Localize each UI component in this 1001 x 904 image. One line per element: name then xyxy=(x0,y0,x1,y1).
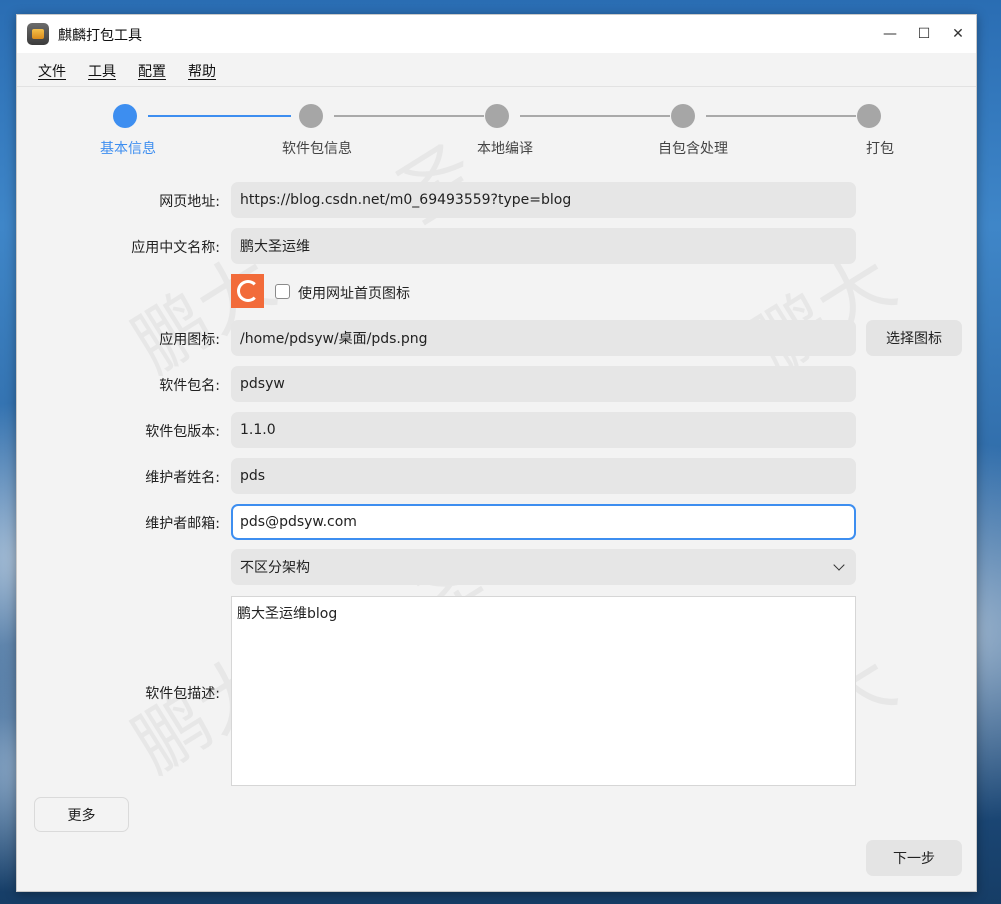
icon-path-input[interactable]: /home/pdsyw/桌面/pds.png xyxy=(231,320,856,356)
maintainer-name-label: 维护者姓名: xyxy=(145,470,220,486)
close-icon[interactable]: ✕ xyxy=(948,24,968,44)
minimize-icon[interactable]: — xyxy=(880,24,900,44)
step-2-dot xyxy=(299,104,323,128)
desc-textarea[interactable]: 鹏大圣运维blog xyxy=(231,596,856,786)
pkg-version-input[interactable]: 1.1.0 xyxy=(231,412,856,448)
step-2-label: 软件包信息 xyxy=(282,141,352,157)
window-title: 麒麟打包工具 xyxy=(58,28,142,44)
maintainer-name-input[interactable]: pds xyxy=(231,458,856,494)
next-button[interactable]: 下一步 xyxy=(866,840,962,876)
use-site-icon-checkbox[interactable] xyxy=(275,284,290,299)
use-site-icon-label[interactable]: 使用网址首页图标 xyxy=(298,283,410,303)
chevron-down-icon xyxy=(833,559,845,571)
step-4-label: 自包含处理 xyxy=(658,141,728,157)
step-connector xyxy=(520,115,670,117)
watermark: 圣 xyxy=(374,114,493,244)
step-5-label: 打包 xyxy=(866,141,894,157)
step-connector xyxy=(148,115,291,117)
menu-tools[interactable]: 工具 xyxy=(88,61,116,81)
step-3-dot xyxy=(485,104,509,128)
pkg-name-label: 软件包名: xyxy=(159,378,220,394)
cn-name-input[interactable]: 鹏大圣运维 xyxy=(231,228,856,264)
step-connector xyxy=(706,115,856,117)
title-bar: 麒麟打包工具 — ☐ ✕ xyxy=(17,15,976,53)
maintainer-email-label: 维护者邮箱: xyxy=(145,516,220,532)
choose-icon-button[interactable]: 选择图标 xyxy=(866,320,962,356)
arch-select[interactable]: 不区分架构 xyxy=(231,549,856,585)
maintainer-email-input[interactable]: pds@pdsyw.com xyxy=(231,504,856,540)
app-icon-preview xyxy=(231,274,264,308)
menu-bar: 文件 工具 配置 帮助 xyxy=(17,53,976,87)
more-button[interactable]: 更多 xyxy=(34,797,129,832)
step-connector xyxy=(334,115,484,117)
icon-path-label: 应用图标: xyxy=(159,332,220,348)
step-1-label: 基本信息 xyxy=(100,141,156,157)
cn-name-label: 应用中文名称: xyxy=(131,240,220,256)
step-1-dot xyxy=(113,104,137,128)
desc-label: 软件包描述: xyxy=(145,686,220,702)
menu-help[interactable]: 帮助 xyxy=(188,61,216,81)
url-label: 网页地址: xyxy=(159,194,220,210)
pkg-name-input[interactable]: pdsyw xyxy=(231,366,856,402)
app-window: 麒麟打包工具 — ☐ ✕ 文件 工具 配置 帮助 鹏大 圣 鹏大 鹏大 圣 鹏大… xyxy=(16,14,977,892)
menu-config[interactable]: 配置 xyxy=(138,61,166,81)
menu-file[interactable]: 文件 xyxy=(38,61,66,81)
step-4-dot xyxy=(671,104,695,128)
pkg-version-label: 软件包版本: xyxy=(145,424,220,440)
arch-select-value: 不区分架构 xyxy=(240,560,310,576)
maximize-icon[interactable]: ☐ xyxy=(914,24,934,44)
app-logo-icon xyxy=(27,23,49,45)
url-input[interactable]: https://blog.csdn.net/m0_69493559?type=b… xyxy=(231,182,856,218)
step-3-label: 本地编译 xyxy=(477,141,533,157)
step-5-dot xyxy=(857,104,881,128)
